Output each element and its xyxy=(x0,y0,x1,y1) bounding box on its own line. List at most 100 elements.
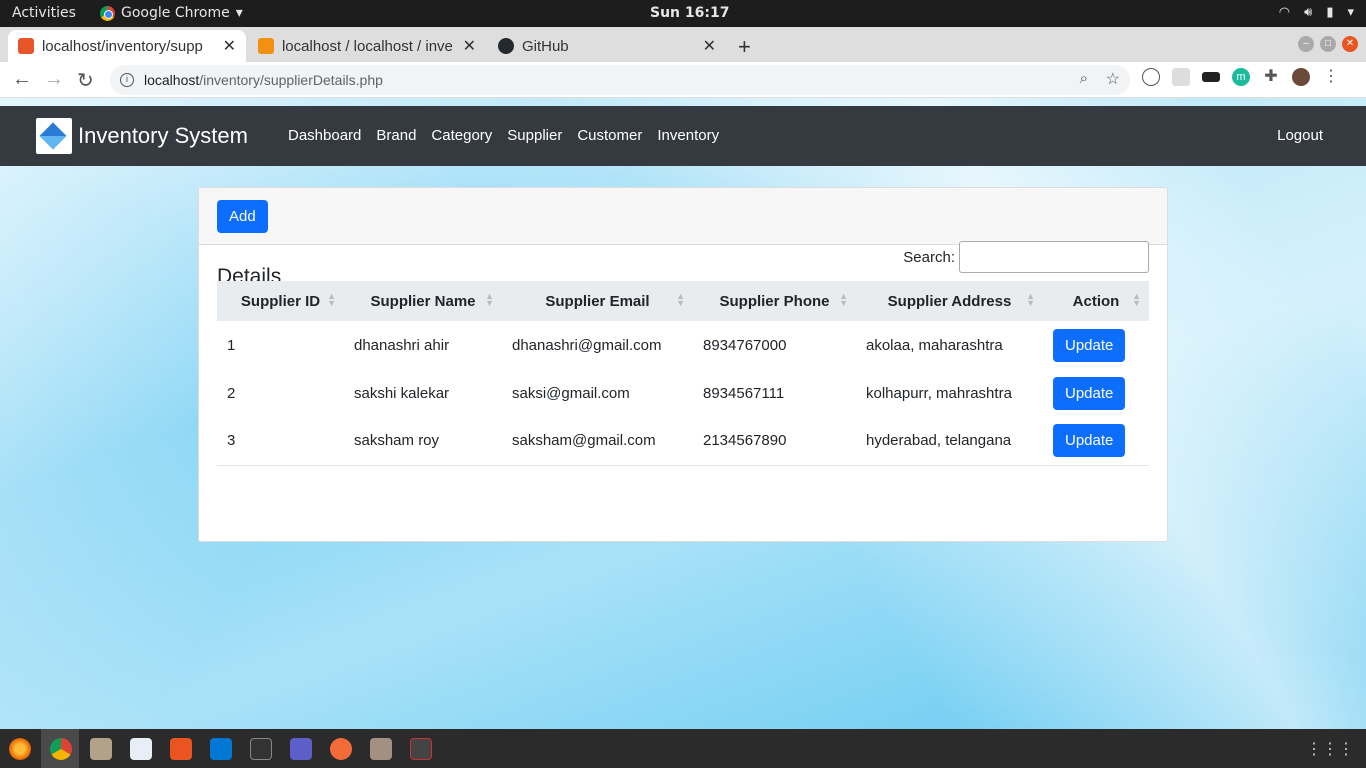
column-label: Supplier Name xyxy=(370,292,476,310)
column-label: Supplier Phone xyxy=(719,292,830,310)
nav-dashboard[interactable]: Dashboard xyxy=(288,127,361,144)
cell-phone: 2134567890 xyxy=(693,417,856,466)
maximize-icon[interactable]: □ xyxy=(1320,36,1336,52)
puzzle-icon[interactable]: ✚ xyxy=(1262,68,1280,86)
sort-icon: ▲ ▼ xyxy=(485,291,494,308)
cell-address: hyderabad, telangana xyxy=(856,417,1043,466)
bookmark-star-icon[interactable]: ☆ xyxy=(1106,69,1120,89)
volume-icon: 🔊︎ xyxy=(1304,5,1313,20)
column-header-supplier-id[interactable]: Supplier ID ▲ ▼ xyxy=(217,281,344,321)
chrome-taskbar-icon[interactable] xyxy=(50,738,72,760)
software-center-icon[interactable] xyxy=(170,738,192,760)
nav-supplier[interactable]: Supplier xyxy=(507,127,562,144)
files-icon[interactable] xyxy=(90,738,112,760)
page-viewport: Inventory System Dashboard Brand Categor… xyxy=(0,98,1366,729)
new-tab-button[interactable]: + xyxy=(738,34,751,60)
tab-close-icon[interactable]: ✕ xyxy=(463,36,476,56)
clock[interactable]: Sun 16:17 xyxy=(650,5,729,21)
extensions-bar: m ✚ ⋮ xyxy=(1142,68,1340,86)
github-favicon-icon xyxy=(498,38,514,54)
tab-title: localhost / localhost / inve xyxy=(281,37,453,55)
browser-tab-strip: localhost/inventory/supp ✕ localhost / l… xyxy=(0,27,1366,62)
cell-name: sakshi kalekar xyxy=(354,384,450,402)
cell-phone: 8934767000 xyxy=(703,336,787,354)
extension-mask-icon[interactable] xyxy=(1202,72,1220,82)
postman-icon[interactable] xyxy=(330,738,352,760)
taskbar: ⋮⋮⋮ xyxy=(0,729,1366,768)
sort-icon: ▲ ▼ xyxy=(839,291,848,308)
search-label: Search: xyxy=(903,248,955,266)
sort-icon: ▲ ▼ xyxy=(327,291,336,308)
cell-email: saksi@gmail.com xyxy=(512,384,630,402)
update-button[interactable]: Update xyxy=(1053,328,1126,362)
column-header-supplier-address[interactable]: Supplier Address ▲ ▼ xyxy=(856,281,1043,321)
logout-link[interactable]: Logout xyxy=(1277,127,1323,144)
extension-code-icon[interactable] xyxy=(1142,68,1160,86)
browser-tab[interactable]: localhost / localhost / inve ✕ xyxy=(248,30,486,62)
cell-action: Update xyxy=(1043,369,1149,417)
screen-recorder-icon[interactable] xyxy=(410,738,432,760)
chevron-down-icon: ▾ xyxy=(235,5,243,21)
table-row: 1 dhanashri ahir dhanashri@gmail.com 893… xyxy=(217,321,1149,369)
cell-email: dhanashri@gmail.com xyxy=(512,336,662,354)
tab-close-icon[interactable]: ✕ xyxy=(703,36,716,56)
chrome-icon xyxy=(100,5,115,21)
sort-icon: ▲ ▼ xyxy=(1026,291,1035,308)
update-button[interactable]: Update xyxy=(1053,376,1126,410)
column-label: Supplier ID xyxy=(240,292,321,310)
system-top-bar: Activities Google Chrome ▾ Sun 16:17 ◠ 🔊… xyxy=(0,0,1366,27)
add-button[interactable]: Add xyxy=(217,200,268,233)
cell-action: Update xyxy=(1043,321,1149,369)
forward-arrow-icon[interactable]: → xyxy=(44,68,64,91)
close-window-icon[interactable]: ✕ xyxy=(1342,36,1358,52)
terminal-icon[interactable] xyxy=(250,738,272,760)
brand[interactable]: Inventory System xyxy=(36,118,248,154)
update-button[interactable]: Update xyxy=(1053,424,1126,458)
table-row: 2 sakshi kalekar saksi@gmail.com 8934567… xyxy=(217,369,1149,417)
system-tray[interactable]: ◠ 🔊︎ ▮ ▾ xyxy=(1279,5,1354,20)
cell-phone: 8934567111 xyxy=(703,384,785,402)
activities-button[interactable]: Activities xyxy=(12,5,76,21)
tab-close-icon[interactable]: ✕ xyxy=(223,36,236,56)
column-header-action[interactable]: Action ▲ ▼ xyxy=(1043,281,1149,321)
cell-id: 2 xyxy=(227,384,236,402)
table-header-row: Supplier ID ▲ ▼ Supplier Name ▲ ▼ Supplier E… xyxy=(217,281,1149,321)
app-menu[interactable]: Google Chrome ▾ xyxy=(100,5,243,21)
minimize-icon[interactable]: – xyxy=(1298,36,1314,52)
phpmyadmin-favicon-icon xyxy=(258,38,274,54)
tab-title: GitHub xyxy=(521,37,569,55)
vscode-icon[interactable] xyxy=(210,738,232,760)
address-bar[interactable]: i localhost/inventory/supplierDetails.ph… xyxy=(110,65,1130,95)
window-controls: – □ ✕ xyxy=(1298,36,1358,52)
url-host: localhost xyxy=(144,72,200,88)
nav-brand[interactable]: Brand xyxy=(376,127,416,144)
browser-tab-active[interactable]: localhost/inventory/supp ✕ xyxy=(8,30,246,62)
battery-icon: ▮ xyxy=(1326,5,1334,20)
tab-title: localhost/inventory/supp xyxy=(41,37,203,55)
database-icon[interactable] xyxy=(370,738,392,760)
show-apps-grid-icon[interactable]: ⋮⋮⋮ xyxy=(1306,739,1354,759)
teams-icon[interactable] xyxy=(290,738,312,760)
extension-m-icon[interactable]: m xyxy=(1232,68,1250,86)
nav-inventory[interactable]: Inventory xyxy=(657,127,719,144)
column-label: Action xyxy=(1072,292,1120,310)
extension-grid-icon[interactable] xyxy=(1172,68,1190,86)
reload-icon[interactable]: ↻ xyxy=(77,68,94,93)
nav-category[interactable]: Category xyxy=(431,127,492,144)
avatar[interactable] xyxy=(1292,68,1310,86)
kebab-menu-icon[interactable]: ⋮ xyxy=(1322,68,1340,86)
xampp-favicon-icon xyxy=(18,38,34,54)
search-input[interactable] xyxy=(959,241,1149,273)
details-card: Add Details Search: Supplier ID ▲ ▼ Suppli… xyxy=(198,187,1168,542)
browser-tab[interactable]: GitHub ✕ xyxy=(488,30,726,62)
column-header-supplier-email[interactable]: Supplier Email ▲ ▼ xyxy=(502,281,693,321)
app-navbar: Inventory System Dashboard Brand Categor… xyxy=(0,106,1366,166)
nav-customer[interactable]: Customer xyxy=(577,127,642,144)
firefox-icon[interactable] xyxy=(9,738,31,760)
column-header-supplier-name[interactable]: Supplier Name ▲ ▼ xyxy=(344,281,502,321)
column-header-supplier-phone[interactable]: Supplier Phone ▲ ▼ xyxy=(693,281,856,321)
document-viewer-icon[interactable] xyxy=(130,738,152,760)
back-arrow-icon[interactable]: ← xyxy=(12,68,32,91)
site-info-icon[interactable]: i xyxy=(120,73,134,87)
zoom-icon[interactable]: ⌕ xyxy=(1080,70,1088,87)
